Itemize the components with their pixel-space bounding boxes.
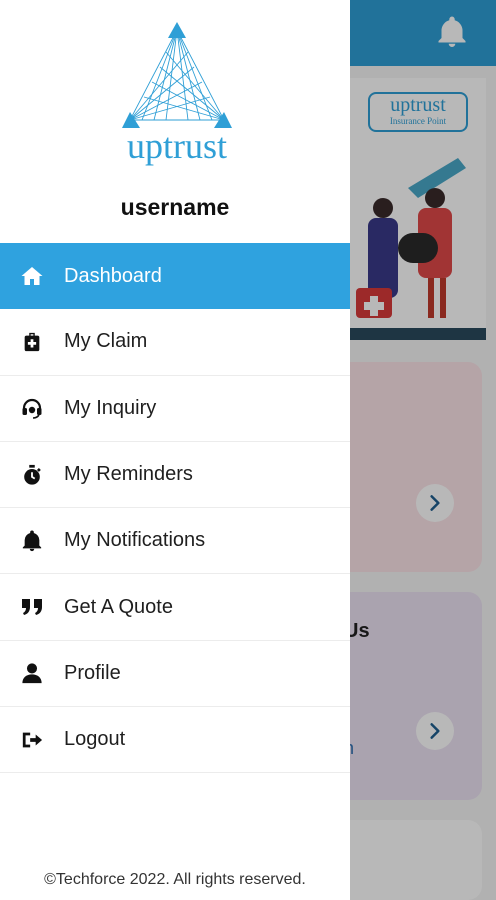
triangle-mesh-logo-icon [122,22,232,128]
menu-item-dashboard[interactable]: Dashboard [0,243,350,310]
drawer-menu: Dashboard My Claim My Inquiry My Reminde… [0,243,350,774]
user-icon [20,661,44,685]
menu-item-logout[interactable]: Logout [0,707,350,774]
menu-item-my-notifications[interactable]: My Notifications [0,508,350,575]
menu-item-label: Get A Quote [64,595,173,618]
menu-item-my-claim[interactable]: My Claim [0,309,350,376]
menu-item-my-inquiry[interactable]: My Inquiry [0,376,350,442]
menu-item-label: Dashboard [64,264,162,287]
menu-item-label: Profile [64,661,121,684]
menu-item-label: My Claim [64,330,148,353]
navigation-drawer: uptrust username Dashboard My Claim My I… [0,0,350,900]
menu-item-my-reminders[interactable]: My Reminders [0,442,350,509]
headset-icon [20,396,44,420]
app-logo: uptrust [112,22,242,166]
logo-text: uptrust [126,126,227,166]
quote-icon [20,595,44,619]
menu-item-get-a-quote[interactable]: Get A Quote [0,574,350,641]
menu-item-profile[interactable]: Profile [0,641,350,708]
menu-item-label: Logout [64,728,126,751]
bell-icon [20,529,44,553]
stopwatch-icon [20,463,44,487]
menu-item-label: My Notifications [64,529,206,552]
username-label: username [120,194,230,220]
menu-item-label: My Reminders [64,463,193,486]
home-icon [20,264,44,288]
copyright-footer: ©Techforce 2022. All rights reserved. [44,871,306,888]
medical-bag-icon [20,330,44,354]
logout-icon [20,728,44,752]
menu-item-label: My Inquiry [64,396,157,419]
